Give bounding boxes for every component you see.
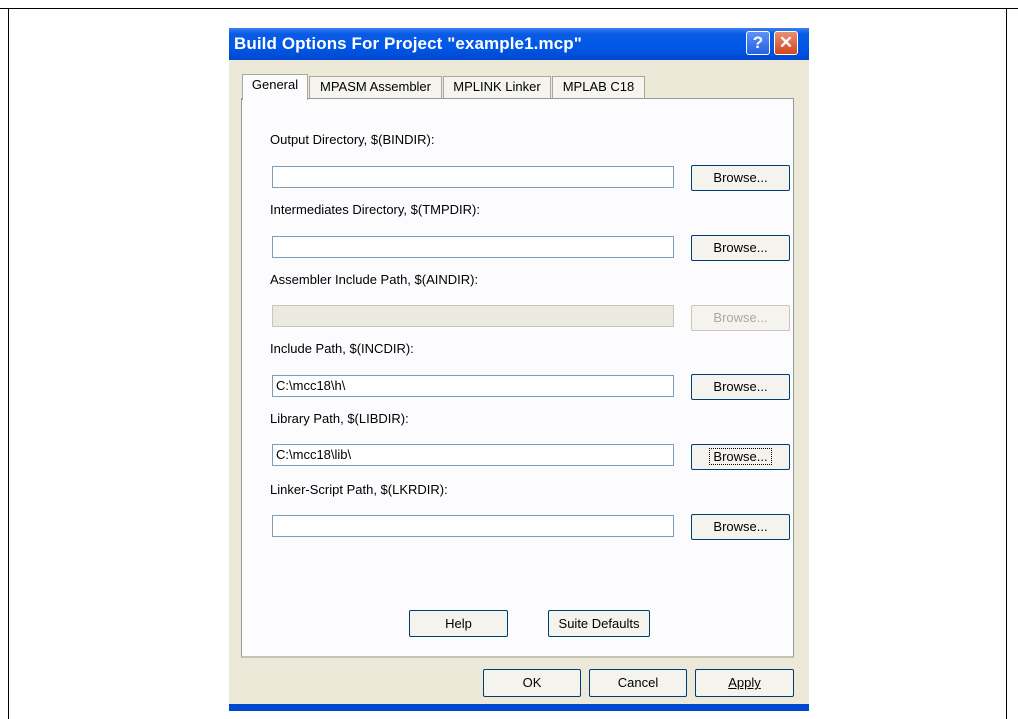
include-path-field[interactable]: C:\mcc18\h\ [272,375,674,397]
button-label: Browse... [713,240,768,255]
close-icon[interactable]: ✕ [774,31,798,55]
build-options-dialog: Build Options For Project "example1.mcp"… [229,28,809,711]
help-icon[interactable]: ? [746,31,770,55]
assembler-include-path-browse-button: Browse... [691,305,790,331]
apply-button[interactable]: Apply [695,669,794,697]
button-label: Suite Defaults [558,616,640,631]
linker-script-path-label: Linker-Script Path, $(LKRDIR): [270,482,448,497]
output-directory-label: Output Directory, $(BINDIR): [270,132,435,147]
tab-mpasm-assembler[interactable]: MPASM Assembler [309,76,442,98]
include-path-label: Include Path, $(INCDIR): [270,341,414,356]
intermediates-directory-label: Intermediates Directory, $(TMPDIR): [270,202,480,217]
button-label: Browse... [713,519,768,534]
button-label: Help [445,616,472,631]
document-frame-left [8,8,9,719]
button-label: Browse... [713,310,768,325]
cancel-button[interactable]: Cancel [589,669,687,697]
general-tab-panel: Output Directory, $(BINDIR): Browse... I… [241,98,794,658]
button-label: Browse... [709,448,772,465]
intermediates-directory-field[interactable] [272,236,674,258]
help-button[interactable]: Help [409,610,508,637]
linker-script-path-browse-button[interactable]: Browse... [691,514,790,540]
document-frame-top [0,8,1018,9]
dialog-title: Build Options For Project "example1.mcp" [234,34,582,53]
tab-label: MPLAB C18 [562,79,635,94]
output-directory-browse-button[interactable]: Browse... [691,165,790,191]
intermediates-directory-browse-button[interactable]: Browse... [691,235,790,261]
button-label: Browse... [713,379,768,394]
tab-label: MPASM Assembler [319,79,431,94]
button-label: OK [522,675,542,690]
library-path-label: Library Path, $(LIBDIR): [270,411,409,426]
linker-script-path-field[interactable] [272,515,674,537]
title-bar[interactable]: Build Options For Project "example1.mcp"… [229,28,809,60]
button-label: Cancel [617,675,659,690]
tab-general[interactable]: General [242,74,308,100]
tab-mplink-linker[interactable]: MPLINK Linker [443,76,551,98]
tab-label: MPLINK Linker [453,79,541,94]
assembler-include-path-field [272,305,674,327]
library-path-field[interactable]: C:\mcc18\lib\ [272,444,674,466]
library-path-browse-button[interactable]: Browse... [691,444,790,470]
suite-defaults-button[interactable]: Suite Defaults [548,610,650,637]
button-label: Browse... [713,170,768,185]
include-path-browse-button[interactable]: Browse... [691,374,790,400]
assembler-include-path-label: Assembler Include Path, $(AINDIR): [270,272,479,287]
tab-label: General [251,77,299,92]
document-frame-right [1006,8,1007,719]
button-label: Apply [728,675,761,690]
window-bottom-border [229,704,809,711]
ok-button[interactable]: OK [483,669,581,697]
tab-mplab-c18[interactable]: MPLAB C18 [552,76,645,98]
output-directory-field[interactable] [272,166,674,188]
